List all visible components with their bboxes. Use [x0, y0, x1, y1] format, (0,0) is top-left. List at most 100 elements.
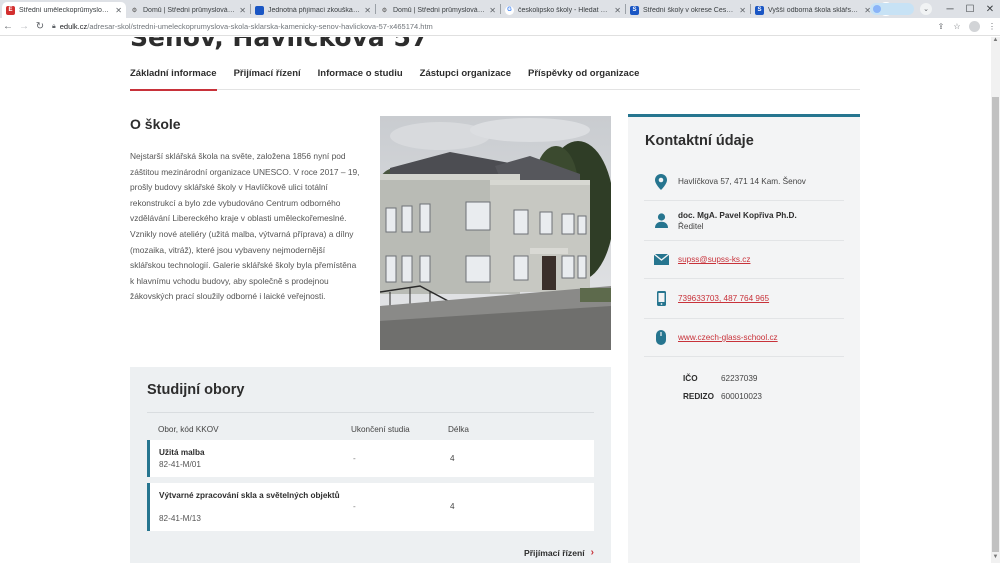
program-name: Výtvarné zpracování skla a světelných ob… — [159, 491, 340, 500]
url-field[interactable]: 🔒︎ edulk.cz/adresar-skol/stredni-umeleck… — [52, 20, 922, 34]
tab-label: českolipsko školy - Hledat Googl — [518, 6, 612, 14]
back-icon[interactable]: ← — [0, 21, 16, 32]
url-domain: edulk.cz — [59, 22, 88, 31]
study-programs-panel: Studijní obory Obor, kód KKOV Ukončení s… — [130, 367, 611, 563]
scrollbar-thumb[interactable] — [992, 97, 999, 552]
close-tab-icon[interactable]: ✕ — [239, 6, 246, 15]
page-scrollbar[interactable]: ▲ ▼ — [991, 37, 1000, 563]
tab-label: Střední školy v okrese Česká Líp — [643, 6, 737, 14]
divider — [147, 412, 594, 413]
web-link[interactable]: www.czech-glass-school.cz — [678, 333, 778, 342]
tab-favicon-icon: ⚙ — [381, 7, 388, 14]
ico-label: IČO — [683, 374, 698, 383]
redizo-value: 600010023 — [721, 392, 762, 401]
phone-row: 739633703, 487 764 965 — [644, 279, 844, 319]
tab-prijimaci-rizeni[interactable]: Přijímací řízení — [234, 68, 301, 90]
ico-row: IČO 62237039 — [683, 374, 757, 383]
redizo-row: REDIZO 600010023 — [683, 392, 762, 401]
programs-title: Studijní obory — [147, 382, 245, 398]
tab-search-icon[interactable]: ⌄ — [920, 3, 932, 15]
lock-icon[interactable]: 🔒︎ — [52, 23, 56, 31]
browser-tab[interactable]: G českolipsko školy - Hledat Googl ✕ — [501, 2, 625, 18]
envelope-icon — [644, 254, 678, 265]
tab-label: Jednotná přijímací zkouška 2022 — [268, 6, 362, 14]
tab-prispevky-od-organizace[interactable]: Příspěvky od organizace — [528, 68, 639, 90]
tab-label: Domů | Střední průmyslová škola — [393, 6, 487, 14]
page-title: Šenov, Havlíčkova 57 — [130, 37, 429, 52]
url-path: /adresar-skol/stredni-umeleckoprumyslova… — [87, 22, 433, 31]
reload-icon[interactable]: ↻ — [32, 21, 48, 32]
menu-kebab-icon[interactable]: ⋮ — [984, 22, 1000, 31]
director-role: Ředitel — [678, 221, 704, 231]
tab-favicon-icon — [255, 5, 264, 15]
program-length: 4 — [450, 454, 455, 463]
close-tab-icon[interactable]: ✕ — [489, 6, 496, 15]
maximize-icon[interactable]: ☐ — [960, 4, 980, 15]
chevron-right-icon: › — [590, 547, 594, 558]
director-row: doc. MgA. Pavel Kopřiva Ph.D. Ředitel — [644, 201, 844, 241]
address-text: Havlíčkova 57, 471 14 Kam. Šenov — [678, 177, 806, 186]
profile-dot-icon — [873, 5, 881, 13]
address-row: Havlíčkova 57, 471 14 Kam. Šenov — [644, 163, 844, 201]
admission-link-label: Přijímací řízení — [523, 547, 585, 558]
tab-favicon-icon: ⚙ — [131, 7, 138, 14]
tab-label: Domů | Střední průmyslová škola — [143, 6, 237, 14]
close-tab-icon[interactable]: ✕ — [739, 6, 746, 15]
tab-favicon-icon: E — [6, 5, 15, 15]
program-ending: - — [353, 502, 356, 511]
browser-tab[interactable]: Jednotná přijímací zkouška 2022 ✕ — [251, 2, 375, 18]
user-icon — [644, 213, 678, 228]
email-link[interactable]: supss@supss-ks.cz — [678, 255, 750, 264]
tab-zastupci-organizace[interactable]: Zástupci organizace — [420, 68, 511, 90]
program-ending: - — [353, 454, 356, 463]
avatar[interactable] — [969, 21, 980, 32]
table-row[interactable]: Výtvarné zpracování skla a světelných ob… — [147, 483, 594, 531]
browser-tab[interactable]: S Vyšší odborná škola sklářská a S ✕ — [751, 2, 875, 18]
close-tab-icon[interactable]: ✕ — [364, 6, 371, 15]
web-row: www.czech-glass-school.cz — [644, 319, 844, 357]
tab-informace-o-studiu[interactable]: Informace o studiu — [318, 68, 403, 90]
browser-tab[interactable]: S Střední školy v okrese Česká Líp ✕ — [626, 2, 750, 18]
window-controls: ⌄ ─ ☐ ✕ — [870, 0, 1000, 18]
phone-link[interactable]: 739633703, 487 764 965 — [678, 294, 769, 303]
profile-pill[interactable] — [870, 3, 914, 15]
phone-icon — [644, 291, 678, 306]
tab-favicon-icon: S — [630, 5, 639, 15]
program-code: 82-41-M/01 — [159, 460, 201, 469]
column-header: Délka — [448, 425, 469, 434]
bookmark-star-icon[interactable]: ☆ — [949, 22, 965, 31]
browser-tab[interactable]: E Střední uměleckoprůmyslová škol ✕ — [2, 2, 126, 18]
program-name: Užitá malba — [159, 448, 205, 457]
admission-link[interactable]: Přijímací řízení › — [524, 547, 594, 558]
table-row[interactable]: Užitá malba 82-41-M/01 - 4 — [147, 440, 594, 477]
scroll-down-icon[interactable]: ▼ — [991, 554, 1000, 563]
browser-tab[interactable]: ⚙ Domů | Střední průmyslová škola ✕ — [376, 2, 500, 18]
tab-zakladni-informace[interactable]: Základní informace — [130, 68, 217, 91]
column-header: Ukončení studia — [351, 425, 410, 434]
redizo-label: REDIZO — [683, 392, 714, 401]
browser-tab-bar: E Střední uměleckoprůmyslová škol ✕ ⚙ Do… — [0, 0, 1000, 18]
close-tab-icon[interactable]: ✕ — [115, 6, 122, 15]
minimize-icon[interactable]: ─ — [940, 4, 960, 15]
section-tabs: Základní informace Přijímací řízení Info… — [130, 68, 860, 91]
browser-tab[interactable]: ⚙ Domů | Střední průmyslová škola ✕ — [126, 2, 250, 18]
contact-title: Kontaktní údaje — [645, 133, 754, 149]
about-heading: O škole — [130, 116, 181, 132]
scroll-up-icon[interactable]: ▲ — [991, 37, 1000, 46]
ico-value: 62237039 — [721, 374, 758, 383]
tab-label: Vyšší odborná škola sklářská a S — [768, 6, 862, 14]
column-header: Obor, kód KKOV — [158, 425, 219, 434]
director-name: doc. MgA. Pavel Kopřiva Ph.D. — [678, 210, 797, 220]
tab-label: Střední uměleckoprůmyslová škol — [19, 6, 112, 14]
email-row: supss@supss-ks.cz — [644, 241, 844, 279]
program-code: 82-41-M/13 — [159, 514, 201, 523]
close-window-icon[interactable]: ✕ — [980, 4, 1000, 15]
forward-icon[interactable]: → — [16, 21, 32, 32]
tab-favicon-icon: G — [505, 5, 514, 15]
tab-favicon-icon: S — [755, 5, 764, 15]
share-icon[interactable]: ⇪ — [933, 22, 949, 31]
program-length: 4 — [450, 502, 455, 511]
school-photo — [380, 116, 611, 350]
address-bar: ← → ↻ 🔒︎ edulk.cz/adresar-skol/stredni-u… — [0, 18, 1000, 36]
close-tab-icon[interactable]: ✕ — [614, 6, 621, 15]
